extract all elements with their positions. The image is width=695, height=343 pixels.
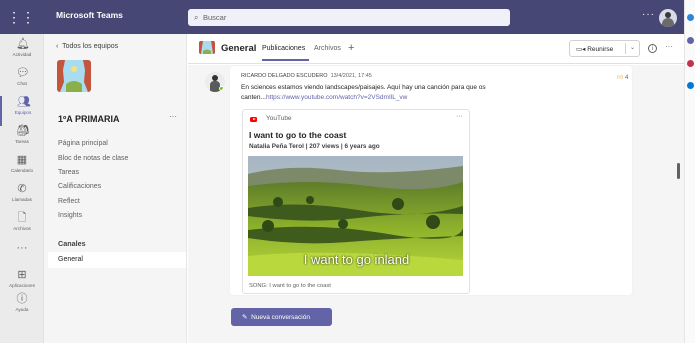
card-source: YouTube — [266, 115, 292, 122]
post-text-line-1: En sciences estamos viendo landscapes/pa… — [241, 84, 486, 91]
chat-icon: 💬︎ — [16, 67, 30, 79]
feed-scrollbar[interactable] — [677, 163, 680, 179]
team-picture — [57, 60, 91, 92]
team-link-assignments[interactable]: Tareas — [58, 169, 79, 176]
video-subtitle: Natalia Peña Terol | 207 views | 6 years… — [249, 143, 380, 150]
video-title[interactable]: I want to go to the coast — [249, 130, 346, 140]
teams-window: ⋮⋮ Microsoft Teams ⌕ Buscar ··· 🔔︎ Activid… — [0, 0, 695, 343]
more-options-icon[interactable]: ··· — [642, 9, 655, 20]
card-more-icon[interactable]: ··· — [456, 113, 463, 120]
add-tab-icon[interactable]: + — [348, 42, 354, 54]
team-link-insights[interactable]: Insights — [58, 212, 82, 219]
meet-button[interactable]: ▭◂ Reunirse ⌄ — [569, 40, 640, 57]
channel-team-picture — [199, 41, 215, 54]
post-timestamp: 13/4/2021, 17:45 — [330, 73, 372, 79]
tab-posts[interactable]: Publicaciones — [262, 45, 305, 52]
youtube-logo-icon — [250, 117, 257, 122]
rail-calls[interactable]: ✆ Llamadas — [0, 183, 44, 213]
right-edge-strip — [684, 0, 695, 343]
file-icon: 🗋︎ — [17, 212, 27, 224]
post-text-line-2: canten...https://www.youtube.com/watch?v… — [241, 94, 408, 101]
team-link-grades[interactable]: Calificaciones — [58, 183, 101, 190]
teams-icon: 👥︎ — [17, 96, 31, 108]
rail-chat[interactable]: 💬︎ Chat — [0, 67, 44, 97]
new-conversation-button[interactable]: ✎ Nueva conversación — [231, 308, 332, 326]
rail-activity[interactable]: 🔔︎ Actividad — [0, 38, 44, 68]
team-link-reflect[interactable]: Reflect — [58, 198, 80, 205]
post-link[interactable]: https://www.youtube.com/watch?v=2VSdmIlL… — [266, 94, 407, 101]
phone-icon: ✆ — [17, 183, 27, 195]
search-placeholder: Buscar — [203, 13, 227, 22]
channels-heading: Canales — [58, 239, 86, 248]
apps-icon: ⊞ — [17, 269, 27, 281]
more-icon: ··· — [16, 242, 28, 254]
rail-tasks[interactable]: 🎒︎ Tareas — [0, 125, 44, 155]
video-camera-icon: ▭◂ — [576, 46, 586, 53]
compose-icon: ✎ — [242, 314, 248, 321]
rail-calendar[interactable]: ▦ Calendario — [0, 154, 44, 184]
presence-available-icon — [219, 86, 224, 91]
rail-files[interactable]: 🗋︎ Archivos — [0, 212, 44, 242]
rail-more[interactable]: ··· — [0, 242, 44, 272]
search-input[interactable]: ⌕ Buscar — [188, 9, 510, 26]
info-icon[interactable]: i — [648, 44, 657, 53]
channel-more-icon[interactable]: ··· — [665, 42, 673, 51]
channel-name: General — [221, 43, 257, 54]
tab-files[interactable]: Archivos — [314, 45, 341, 52]
channel-item-general[interactable]: General — [48, 252, 186, 268]
like-count: 4 — [624, 75, 629, 81]
app-rail: 🔔︎ Actividad 💬︎ Chat 👥︎ Equipos 🎒︎ Tareas ▦ C… — [0, 34, 44, 343]
team-name: 1ºA PRIMARIA — [58, 114, 120, 124]
channel-team-picture-art — [199, 41, 215, 54]
app-launcher-icon[interactable]: ⋮⋮ — [6, 6, 36, 28]
team-more-icon[interactable]: ··· — [169, 112, 177, 121]
team-link-class-notebook[interactable]: Bloc de notas de clase — [58, 155, 128, 162]
app-title: Microsoft Teams — [56, 10, 123, 20]
bell-icon: 🔔︎ — [16, 38, 30, 50]
post-meta: RICARDO DELGADO ESCUDERO 13/4/2021, 17:4… — [241, 73, 372, 79]
rail-help[interactable]: ⓘ Ayuda — [0, 293, 44, 323]
calendar-icon: ▦ — [16, 154, 28, 166]
user-avatar[interactable] — [659, 9, 677, 27]
video-description: SONG: I want to go to the coast — [249, 283, 331, 289]
team-picture-art — [57, 60, 91, 92]
back-to-all-teams[interactable]: ‹ Todos los equipos — [56, 43, 118, 50]
author-avatar[interactable] — [205, 72, 225, 92]
thumbs-up-icon: 👍︎ — [617, 75, 624, 81]
active-tab-underline — [262, 59, 309, 61]
tasks-icon: 🎒︎ — [16, 125, 30, 137]
rail-teams[interactable]: 👥︎ Equipos — [0, 96, 44, 126]
post-author: RICARDO DELGADO ESCUDERO — [241, 73, 328, 79]
search-icon: ⌕ — [194, 13, 199, 22]
chevron-down-icon[interactable]: ⌄ — [630, 44, 635, 51]
like-reaction[interactable]: 👍︎ 4 — [617, 73, 628, 81]
thumbnail-caption: I want to go inland — [303, 252, 410, 267]
chevron-left-icon: ‹ — [56, 43, 59, 50]
team-link-home[interactable]: Página principal — [58, 140, 108, 147]
help-icon: ⓘ — [16, 293, 28, 305]
